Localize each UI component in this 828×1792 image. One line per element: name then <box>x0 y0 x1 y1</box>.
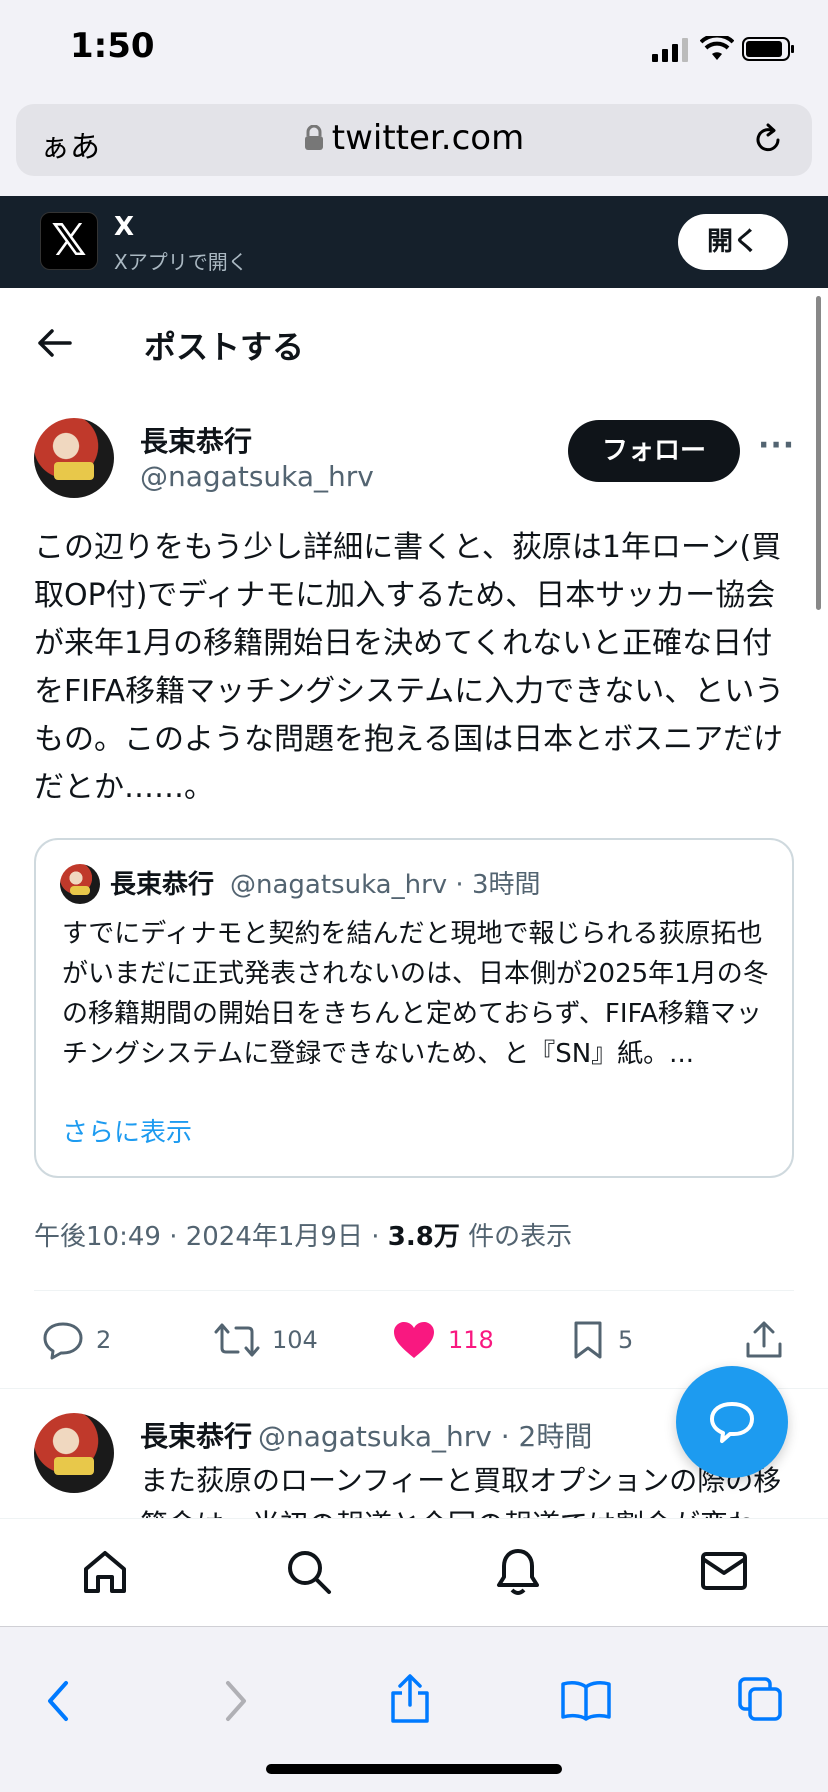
reply-author-name: 長束恭行 <box>140 1420 253 1453</box>
back-icon[interactable] <box>44 1679 72 1723</box>
reload-icon[interactable] <box>750 122 786 158</box>
repost-action[interactable]: 104 <box>214 1310 318 1370</box>
status-bar: 1:50 <box>0 0 828 100</box>
compose-fab[interactable] <box>676 1366 788 1478</box>
view-label: 件の表示 <box>459 1222 573 1252</box>
tweet-timestamp: 午後10:49 · 2024年1月9日 · 3.8万 件の表示 <box>34 1216 572 1253</box>
url-label: twitter.com <box>331 118 525 158</box>
open-in-app-banner: 𝕏 X Xアプリで開く 開く <box>0 196 828 288</box>
bell-icon[interactable] <box>496 1547 540 1597</box>
tweet-text: この辺りをもう少し詳細に書くと、荻原は1年ローン(買取OP付)でディナモに加入す… <box>34 530 785 805</box>
reply-meta: @nagatsuka_hrv · 2時間 <box>258 1420 593 1453</box>
view-count: 3.8万 <box>387 1222 460 1252</box>
follow-button[interactable]: フォロー <box>568 420 740 482</box>
timestamp-text: 午後10:49 · 2024年1月9日 · <box>34 1222 388 1252</box>
bottom-nav <box>0 1518 828 1626</box>
mail-icon[interactable] <box>700 1551 748 1591</box>
url-bar[interactable]: ぁあ twitter.com <box>16 104 812 176</box>
like-count: 118 <box>448 1326 494 1354</box>
author-handle[interactable]: @nagatsuka_hrv <box>140 460 374 493</box>
home-icon[interactable] <box>82 1549 128 1595</box>
quote-meta: @nagatsuka_hrv · 3時間 <box>230 870 541 900</box>
quote-author-name: 長束恭行 <box>110 870 215 900</box>
search-icon[interactable] <box>286 1549 332 1595</box>
url-text[interactable]: twitter.com <box>16 118 812 158</box>
open-app-button[interactable]: 開く <box>678 214 788 270</box>
heart-icon <box>394 1322 434 1358</box>
divider <box>34 1290 794 1291</box>
share-action[interactable] <box>744 1310 796 1370</box>
bookmark-count: 5 <box>618 1326 634 1354</box>
tabs-icon[interactable] <box>736 1675 784 1723</box>
forward-icon <box>226 1681 246 1721</box>
author-avatar[interactable] <box>34 418 114 498</box>
bookmarks-icon[interactable] <box>560 1679 612 1721</box>
more-options-icon[interactable]: ··· <box>758 428 795 463</box>
signal-icon <box>652 38 688 62</box>
page-header: ポストする <box>0 288 828 398</box>
repost-count: 104 <box>272 1326 318 1354</box>
reply-action[interactable]: 2 <box>42 1310 111 1370</box>
back-arrow-icon[interactable] <box>36 328 72 358</box>
reply-count: 2 <box>96 1326 112 1354</box>
wifi-icon <box>700 36 734 60</box>
page-title: ポストする <box>144 328 305 366</box>
chat-bubble-icon <box>710 1402 754 1443</box>
show-more-link[interactable]: さらに表示 <box>62 1112 192 1149</box>
author-name[interactable]: 長束恭行 <box>140 420 252 460</box>
share-icon <box>746 1321 782 1358</box>
share-sheet-icon[interactable] <box>388 1673 432 1725</box>
quote-text: すでにディナモと契約を結んだと現地で報じられる荻原拓也がいまだに正式発表されない… <box>62 919 769 1069</box>
repost-icon <box>214 1323 260 1357</box>
bookmark-action[interactable]: 5 <box>570 1310 633 1370</box>
quoted-tweet[interactable]: 長束恭行 @nagatsuka_hrv · 3時間 すでにディナモと契約を結んだ… <box>34 838 794 1178</box>
status-time: 1:50 <box>70 26 155 66</box>
banner-title: X <box>114 212 135 242</box>
like-action[interactable]: 118 <box>392 1310 494 1370</box>
battery-icon <box>742 37 794 61</box>
bookmark-icon <box>574 1321 602 1359</box>
reply-avatar[interactable] <box>34 1413 114 1493</box>
x-logo-icon: 𝕏 <box>40 212 98 270</box>
reply-icon <box>43 1322 83 1360</box>
quote-avatar <box>60 864 100 904</box>
lock-icon <box>304 124 323 150</box>
home-indicator <box>266 1764 562 1774</box>
banner-subtitle: Xアプリで開く <box>114 250 248 274</box>
